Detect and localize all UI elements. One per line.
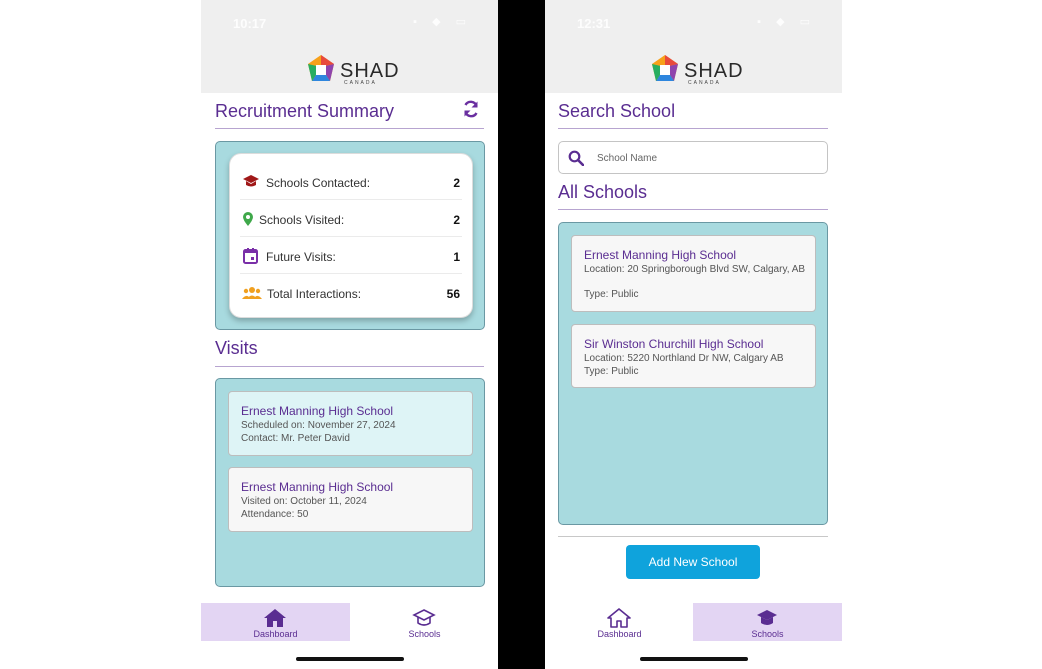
app-header: SHAD CANADA <box>545 46 842 93</box>
home-indicator <box>296 657 404 661</box>
visit-date: Visited on: October 11, 2024 <box>241 496 367 507</box>
school-location: Location: 20 Springborough Blvd SW, Calg… <box>584 264 806 275</box>
summary-label: Future Visits: <box>266 250 336 264</box>
tab-bar: Dashboard Schools <box>201 603 498 641</box>
tab-schools[interactable]: Schools <box>693 603 842 641</box>
search-icon <box>568 150 584 166</box>
calendar-icon <box>243 248 258 264</box>
status-bar: 12:31 ▪ ◆ ▭ <box>545 0 842 46</box>
tab-label: Dashboard <box>253 629 298 639</box>
school-type: Type: Public <box>584 366 639 377</box>
summary-label: Schools Contacted: <box>266 176 371 190</box>
status-icons: ▪ ◆ ▭ <box>413 16 472 28</box>
home-icon <box>264 609 286 627</box>
divider <box>558 536 828 537</box>
graduation-cap-icon <box>243 175 259 187</box>
all-schools-title: All Schools <box>558 182 648 202</box>
dashboard-screen: 10:17 ▪ ◆ ▭ SHAD CANADA Recruitment Summ… <box>201 0 498 669</box>
school-card[interactable]: Sir Winston Churchill High School Locati… <box>571 324 816 388</box>
school-icon <box>757 610 777 625</box>
tab-label: Dashboard <box>597 629 642 639</box>
visit-card[interactable]: Ernest Manning High School Visited on: O… <box>228 467 473 532</box>
status-time: 12:31 <box>577 16 611 31</box>
school-location: Location: 5220 Northland Dr NW, Calgary … <box>584 353 784 364</box>
summary-value: 1 <box>453 250 460 264</box>
schools-panel: Ernest Manning High School Location: 20 … <box>558 222 828 525</box>
visit-contact: Contact: Mr. Peter David <box>241 433 350 444</box>
school-type: Type: Public <box>584 289 639 300</box>
app-header: SHAD CANADA <box>201 46 498 93</box>
map-pin-icon <box>243 212 253 226</box>
screenshot-divider <box>498 0 545 669</box>
visit-card[interactable]: Ernest Manning High School Scheduled on:… <box>228 391 473 456</box>
search-input[interactable] <box>595 148 819 168</box>
summary-row-schools-visited: Schools Visited: 2 <box>240 200 462 237</box>
summary-row-total-interactions: Total Interactions: 56 <box>240 274 462 310</box>
divider <box>558 128 828 129</box>
visit-date: Scheduled on: November 27, 2024 <box>241 420 396 431</box>
tab-dashboard[interactable]: Dashboard <box>545 603 694 641</box>
summary-value: 2 <box>453 176 460 190</box>
visit-school: Ernest Manning High School <box>241 404 394 418</box>
visit-school: Ernest Manning High School <box>241 480 394 494</box>
status-icons: ▪ ◆ ▭ <box>757 16 816 28</box>
users-icon <box>242 287 262 299</box>
summary-label: Total Interactions: <box>267 287 362 301</box>
school-icon <box>412 609 436 626</box>
summary-value: 2 <box>453 213 460 227</box>
visits-title: Visits <box>215 338 258 358</box>
tab-label: Schools <box>751 629 784 639</box>
home-icon <box>607 608 631 628</box>
divider <box>215 128 484 129</box>
shad-logo-icon <box>652 55 678 81</box>
schools-screen: 12:31 ▪ ◆ ▭ SHAD CANADA Search School Al… <box>545 0 842 669</box>
summary-row-future-visits: Future Visits: 1 <box>240 237 462 274</box>
summary-row-schools-contacted: Schools Contacted: 2 <box>240 163 462 200</box>
visit-attendance: Attendance: 50 <box>241 509 309 520</box>
summary-value: 56 <box>446 287 460 301</box>
brand-sub: CANADA <box>688 80 721 86</box>
refresh-icon[interactable] <box>462 100 480 123</box>
shad-logo: SHAD CANADA <box>648 53 748 87</box>
status-bar: 10:17 ▪ ◆ ▭ <box>201 0 498 46</box>
summary-title: Recruitment Summary <box>215 101 395 121</box>
home-indicator <box>640 657 748 661</box>
search-title: Search School <box>558 101 676 121</box>
status-time: 10:17 <box>233 16 267 31</box>
tab-bar: Dashboard Schools <box>545 603 842 641</box>
divider <box>215 366 484 367</box>
tab-label: Schools <box>408 629 441 639</box>
add-new-school-button[interactable]: Add New School <box>626 545 760 579</box>
brand-sub: CANADA <box>344 80 377 86</box>
divider <box>558 209 828 210</box>
summary-label: Schools Visited: <box>259 213 345 227</box>
summary-card: Schools Contacted: 2 Schools Visited: 2 … <box>229 153 473 318</box>
shad-logo-icon <box>308 55 334 81</box>
school-name: Ernest Manning High School <box>584 248 737 262</box>
school-name: Sir Winston Churchill High School <box>584 337 764 351</box>
shad-logo: SHAD CANADA <box>304 53 404 87</box>
tab-schools[interactable]: Schools <box>350 603 498 641</box>
search-box <box>558 141 828 174</box>
school-card[interactable]: Ernest Manning High School Location: 20 … <box>571 235 816 312</box>
tab-dashboard[interactable]: Dashboard <box>201 603 350 641</box>
